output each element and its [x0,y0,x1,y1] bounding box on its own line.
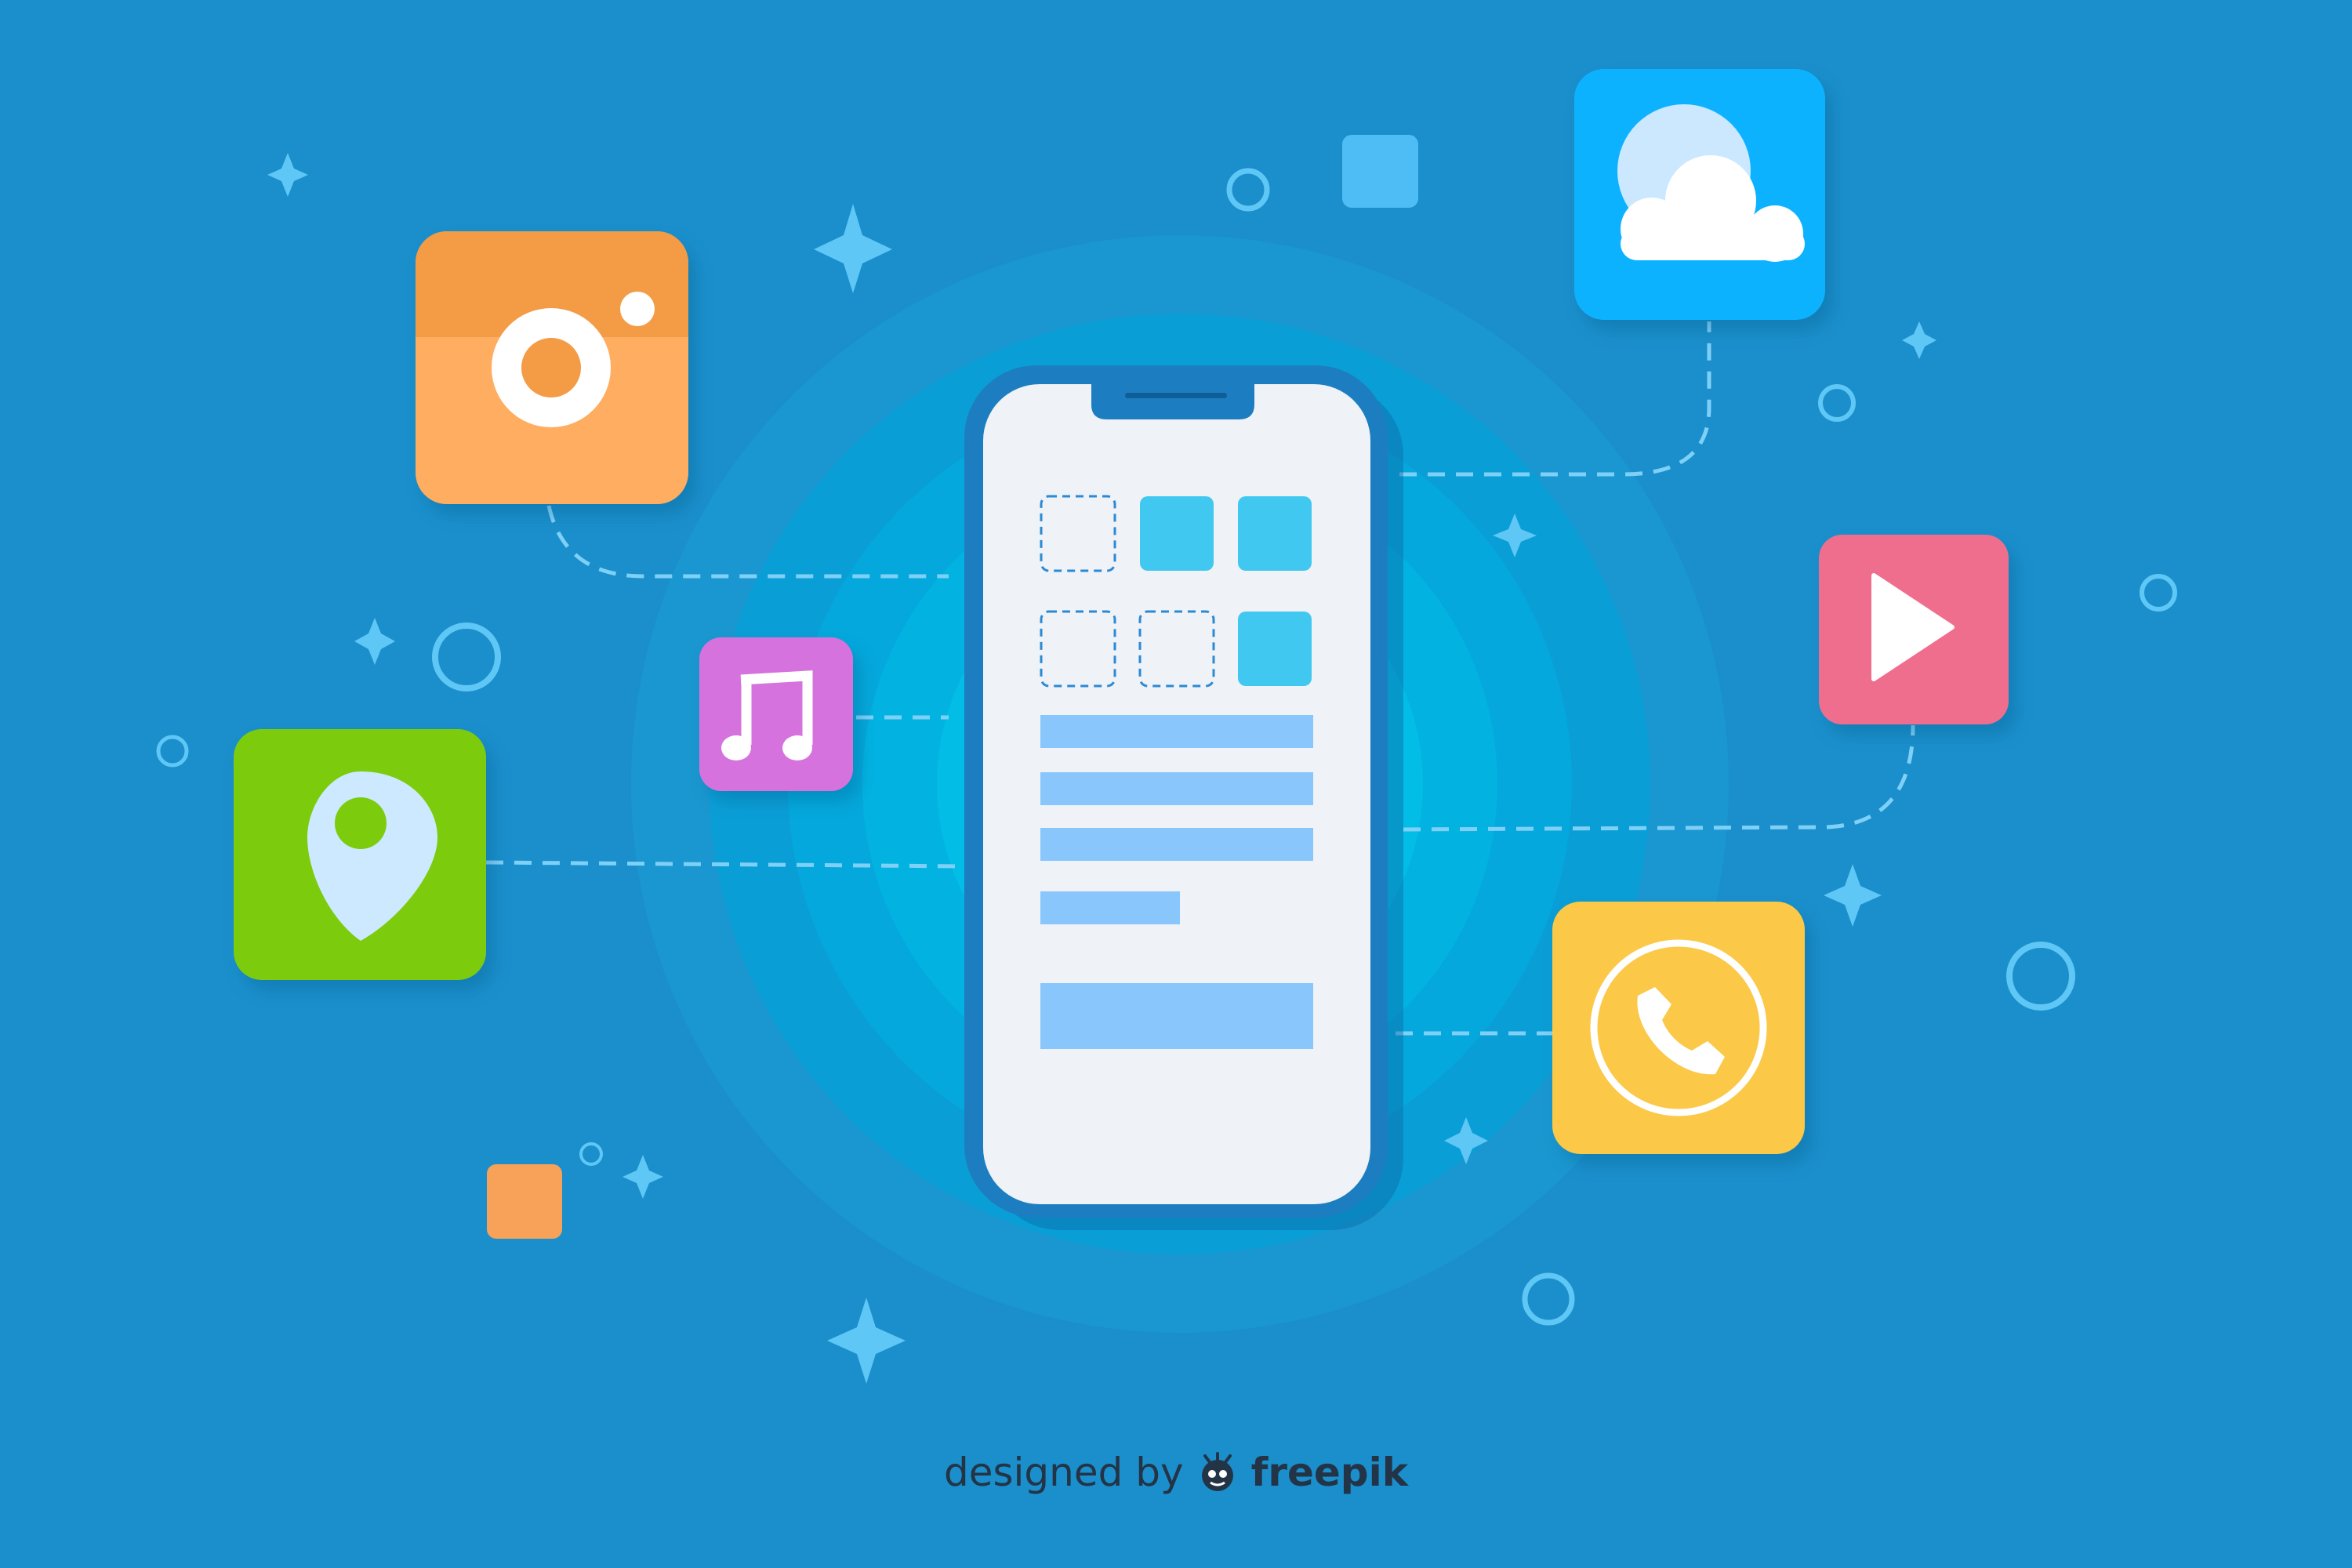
credit-line: designed by freepik [925,1441,1427,1504]
phone-call-app-icon[interactable] [1552,902,1805,1154]
phone-notch [1091,384,1254,419]
illustration-canvas: designed by freepik [0,0,2352,1568]
video-play-app-icon[interactable] [1819,535,2009,724]
camera-app-icon[interactable] [416,231,688,504]
mobile-apps-illustration [0,0,2352,1568]
location-pin-app-icon[interactable] [234,729,486,980]
cloud-app-icon[interactable] [1574,69,1825,320]
music-note-app-icon[interactable] [699,637,853,791]
decorative-square [1342,135,1418,208]
smartphone-illustration [964,365,1403,1230]
decorative-square [487,1164,562,1239]
freepik-brand-text[interactable]: freepik [1251,1453,1408,1492]
credit-text: designed by [943,1450,1184,1495]
freepik-logo-icon [1201,1452,1233,1491]
